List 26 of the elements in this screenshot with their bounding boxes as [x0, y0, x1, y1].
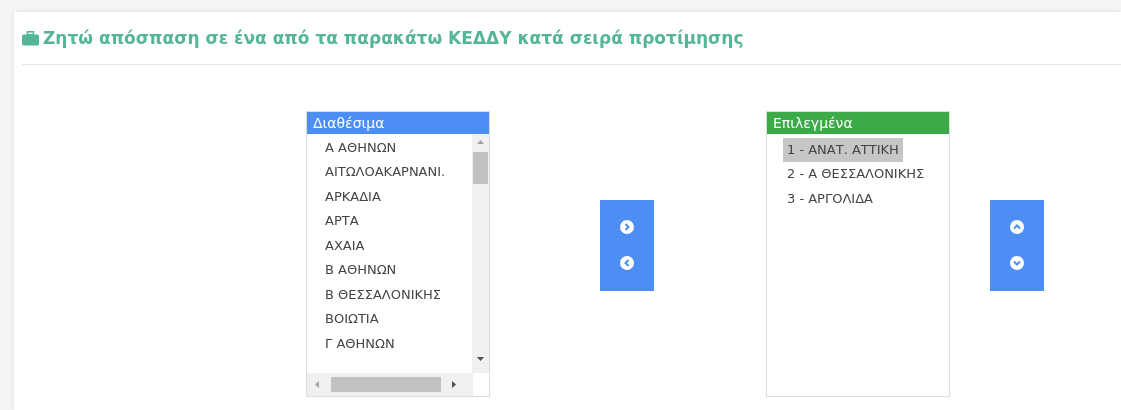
- list-option[interactable]: 1 - ΑΝΑΤ. ΑΤΤΙΚΗ: [783, 137, 903, 162]
- list-option[interactable]: ΑΙΤΩΛΟΑΚΑΡΝΑΝΙ.: [321, 160, 450, 185]
- move-down-button[interactable]: [1010, 255, 1024, 270]
- list-option[interactable]: Α ΑΘΗΝΩΝ: [321, 135, 401, 160]
- list-header: Επιλεγμένα: [767, 111, 949, 134]
- list-option[interactable]: 3 - ΑΡΓΟΛΙΔΑ: [783, 186, 877, 211]
- list-option[interactable]: ΑΧΑΙΑ: [321, 233, 369, 258]
- chevron-left-icon: [620, 255, 634, 270]
- list-option[interactable]: Γ ΑΘΗΝΩΝ: [321, 331, 399, 356]
- list-option[interactable]: Β ΑΘΗΝΩΝ: [321, 258, 401, 283]
- chevron-down-icon: [1010, 255, 1024, 270]
- list-option[interactable]: ΒΟΙΩΤΙΑ: [321, 307, 383, 332]
- list-header: Διαθέσιμα: [307, 111, 489, 134]
- chevron-right-icon: [620, 220, 634, 235]
- move-right-button[interactable]: [620, 220, 634, 235]
- vertical-scrollbar[interactable]: [472, 133, 489, 373]
- section-title: Ζητώ απόσπαση σε ένα από τα παρακάτω ΚΕΔΔΥ κατά σειρά προτίμησης: [43, 27, 744, 50]
- list-option[interactable]: Β ΘΕΣΣΑΛΟΝΙΚΗΣ: [321, 282, 446, 307]
- move-up-button[interactable]: [1010, 220, 1024, 235]
- list-option[interactable]: ΑΡΚΑΔΙΑ: [321, 184, 385, 209]
- horizontal-scrollbar[interactable]: [307, 372, 473, 396]
- move-left-button[interactable]: [620, 255, 634, 270]
- chevron-up-icon: [1010, 220, 1024, 235]
- list-option[interactable]: 2 - Α ΘΕΣΣΑΛΟΝΙΚΗΣ: [783, 162, 929, 187]
- briefcase-icon: [22, 31, 39, 47]
- list-option[interactable]: ΑΡΤΑ: [321, 209, 363, 234]
